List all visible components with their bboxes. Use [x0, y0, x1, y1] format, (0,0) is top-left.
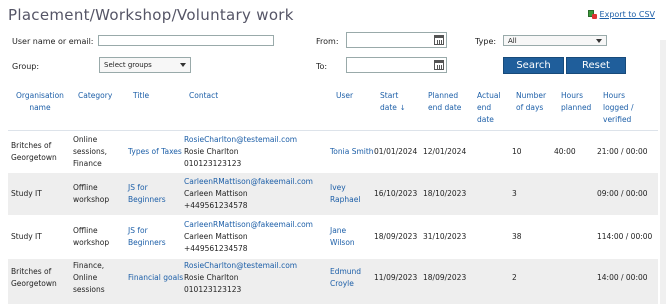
planned-end-date-cell: 12/01/2024 — [423, 147, 467, 156]
org-name-cell: Britches of Georgetown — [11, 267, 57, 288]
contact-email-link[interactable]: RosieCharlton@testemail.com — [184, 260, 297, 272]
group-select-value: Select groups — [104, 61, 152, 69]
hours-logged-cell: 09:00 / 00:00 — [597, 189, 648, 198]
contact-cell: RosieCharlton@testemail.com Rosie Charlt… — [184, 260, 298, 294]
to-date-label: To: — [316, 62, 328, 71]
type-select[interactable]: All — [503, 35, 607, 46]
title-link[interactable]: Financial goals — [128, 272, 183, 284]
contact-email-link[interactable]: RosieCharlton@testemail.com — [184, 134, 297, 146]
page-title: Placement/Workshop/Voluntary work — [8, 6, 294, 24]
from-date-label: From: — [316, 37, 339, 46]
title-link[interactable]: JS for Beginners — [128, 225, 166, 249]
start-date-cell: 18/09/2023 — [374, 232, 418, 241]
to-date-input[interactable] — [346, 57, 447, 73]
days-cell: 38 — [512, 232, 522, 241]
org-name-cell: Britches of Georgetown — [11, 141, 57, 162]
category-cell: Finance, Online sessions — [73, 261, 105, 294]
planned-end-date-cell: 18/10/2023 — [423, 189, 467, 198]
header-category[interactable]: Category — [78, 90, 112, 102]
category-cell: Offline workshop — [73, 226, 110, 247]
user-link[interactable]: Jane Wilson — [330, 225, 355, 249]
header-contact[interactable]: Contact — [189, 90, 218, 102]
title-link[interactable]: JS for Beginners — [128, 182, 166, 206]
header-organisation-name[interactable]: Organisation name — [16, 90, 64, 114]
chevron-down-icon — [596, 38, 602, 43]
export-csv-link[interactable]: Export to CSV — [587, 10, 655, 19]
user-link[interactable]: Ivey Raphael — [330, 182, 360, 206]
contact-email-link[interactable]: CarleenRMattison@fakeemail.com — [184, 219, 313, 231]
header-start-date[interactable]: Start date ↓ — [380, 90, 406, 114]
hours-logged-cell: 21:00 / 00:00 — [597, 147, 648, 156]
from-date-input[interactable] — [346, 32, 447, 48]
days-cell: 10 — [512, 147, 522, 156]
hours-planned-cell: 40:00 — [554, 147, 576, 156]
sort-down-icon[interactable]: ↓ — [400, 102, 406, 114]
reset-button[interactable]: Reset — [566, 57, 626, 74]
header-planned-end-date[interactable]: Planned end date — [428, 90, 461, 114]
user-filter-label: User name or email: — [12, 37, 94, 46]
header-user[interactable]: User — [336, 90, 353, 102]
category-cell: Online sessions, Finance — [73, 135, 108, 168]
search-button[interactable]: Search — [503, 57, 564, 74]
hours-logged-cell: 14:00 / 00:00 — [597, 273, 648, 282]
org-name-cell: Study IT — [11, 189, 42, 198]
header-actual-end-date[interactable]: Actual end date — [477, 90, 501, 126]
user-filter-input[interactable] — [98, 35, 274, 46]
planned-end-date-cell: 31/10/2023 — [423, 232, 467, 241]
contact-cell: CarleenRMattison@fakeemail.com Carleen M… — [184, 219, 313, 253]
start-date-cell: 11/09/2023 — [374, 273, 418, 282]
chevron-down-icon — [180, 63, 186, 67]
group-select[interactable]: Select groups — [99, 57, 191, 73]
group-filter-label: Group: — [12, 62, 40, 71]
title-link[interactable]: Types of Taxes — [128, 146, 182, 158]
calendar-icon[interactable] — [434, 35, 444, 45]
type-filter-label: Type: — [475, 37, 497, 46]
type-select-value: All — [508, 36, 517, 45]
header-title[interactable]: Title — [133, 90, 149, 102]
start-date-cell: 01/01/2024 — [374, 147, 418, 156]
org-name-cell: Study IT — [11, 232, 42, 241]
days-cell: 3 — [512, 189, 517, 198]
contact-cell: CarleenRMattison@fakeemail.com Carleen M… — [184, 176, 313, 210]
category-cell: Offline workshop — [73, 183, 110, 204]
days-cell: 2 — [512, 273, 517, 282]
contact-email-link[interactable]: CarleenRMattison@fakeemail.com — [184, 176, 313, 188]
vertical-scrollbar[interactable] — [660, 40, 666, 304]
start-date-cell: 16/10/2023 — [374, 189, 418, 198]
planned-end-date-cell: 18/09/2023 — [423, 273, 467, 282]
user-link[interactable]: Tonia Smith — [330, 146, 374, 158]
calendar-icon[interactable] — [434, 60, 444, 70]
hours-logged-cell: 114:00 / 00:00 — [597, 232, 653, 241]
header-hours-planned[interactable]: Hours planned — [561, 90, 591, 114]
export-csv-label: Export to CSV — [599, 10, 655, 19]
user-link[interactable]: Edmund Croyle — [330, 266, 361, 290]
spreadsheet-icon — [587, 10, 597, 19]
header-hours-logged-verified[interactable]: Hours logged / verified — [603, 90, 633, 126]
header-number-of-days[interactable]: Number of days — [516, 90, 546, 114]
contact-cell: RosieCharlton@testemail.com Rosie Charlt… — [184, 134, 298, 168]
